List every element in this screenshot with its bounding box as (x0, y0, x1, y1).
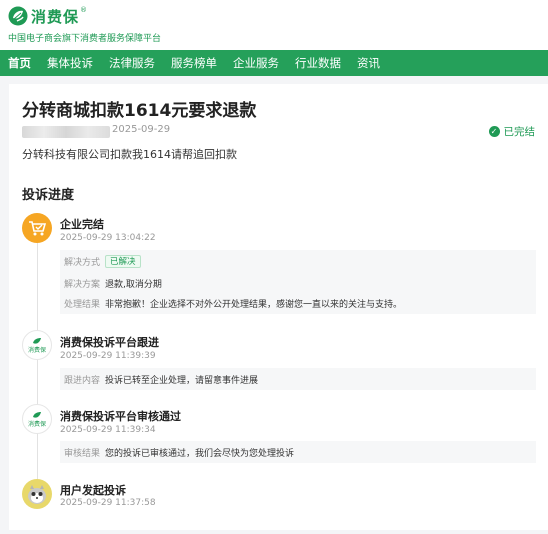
xiaofeibao-logo-icon: 消费保 (22, 404, 52, 434)
detail-label: 解决方式 (64, 257, 101, 268)
avatar-brand-text: 消费保 (27, 346, 46, 354)
complaint-title: 分转商城扣款1614元要求退款 (22, 101, 257, 121)
event-title-platform-approved: 消费保投诉平台审核通过 (60, 410, 181, 423)
user-avatar-icon (22, 479, 52, 509)
merchant-cart-icon (22, 213, 52, 243)
brand-name: 消费保 (31, 7, 80, 26)
event-title-user-filed: 用户发起投诉 (60, 484, 126, 497)
nav-item-enterprise-service[interactable]: 企业服务 (225, 50, 287, 76)
event-time: 2025-09-29 13:04:22 (60, 233, 156, 243)
check-circle-icon: ✓ (488, 126, 500, 137)
event-time: 2025-09-29 11:39:39 (60, 351, 156, 361)
complaint-card: 分转商城扣款1614元要求退款 2025-09-29 ✓ 已完结 分转科技有限公… (9, 84, 548, 530)
nav-item-news[interactable]: 资讯 (349, 50, 388, 76)
detail-row-follow-up: 跟进内容 投诉已转至企业处理，请留意事件进展 (60, 372, 258, 386)
detail-value: 退款,取消分期 (105, 279, 162, 290)
event-detail-box: 跟进内容 投诉已转至企业处理，请留意事件进展 (60, 368, 536, 390)
detail-value: 投诉已转至企业处理，请留意事件进展 (105, 375, 259, 386)
detail-label: 解决方案 (64, 279, 101, 290)
progress-heading: 投诉进度 (22, 188, 75, 203)
xiaofeibao-logo-icon: 消费保 (22, 330, 52, 360)
detail-label: 跟进内容 (64, 375, 101, 386)
complaint-summary: 分转科技有限公司扣款我1614请帮追回扣款 (22, 148, 237, 161)
blurred-username (22, 126, 110, 138)
nav-item-group-complaint[interactable]: 集体投诉 (39, 50, 101, 76)
site-logo[interactable]: 消费保 ® (8, 6, 87, 26)
site-header: 消费保 ® 中国电子商会旗下消费者服务保障平台 (0, 0, 548, 50)
registered-mark: ® (80, 6, 88, 14)
nav-item-legal-service[interactable]: 法律服务 (101, 50, 163, 76)
detail-row-review-result: 审核结果 您的投诉已审核通过，我们会尽快为您处理投诉 (60, 445, 294, 459)
event-title-enterprise-completed: 企业完结 (60, 218, 104, 231)
main-nav: 首页 集体投诉 法律服务 服务榜单 企业服务 行业数据 资讯 (0, 50, 548, 76)
event-detail-box: 审核结果 您的投诉已审核通过，我们会尽快为您处理投诉 (60, 441, 536, 463)
nav-item-home[interactable]: 首页 (0, 50, 39, 76)
detail-label: 处理结果 (64, 299, 101, 310)
status-label: 已完结 (503, 126, 536, 138)
avatar-brand-text: 消费保 (27, 420, 46, 428)
leaf-logo-icon (8, 6, 28, 26)
detail-label: 审核结果 (64, 448, 101, 459)
nav-item-industry-data[interactable]: 行业数据 (287, 50, 349, 76)
detail-row-result: 处理结果 非常抱歉！企业选择不对外公开处理结果，感谢您一直以来的关注与支持。 (60, 296, 402, 310)
detail-value: 您的投诉已审核通过，我们会尽快为您处理投诉 (105, 448, 295, 459)
complaint-date: 2025-09-29 (112, 124, 171, 135)
event-time: 2025-09-29 11:39:34 (60, 425, 156, 435)
event-time: 2025-09-29 11:37:58 (60, 498, 156, 508)
status-badge: ✓ 已完结 (488, 124, 536, 139)
event-detail-box: 解决方式 已解决 解决方案 退款,取消分期 处理结果 非常抱歉！企业选择不对外公… (60, 250, 536, 314)
detail-row-solution: 解决方案 退款,取消分期 (60, 276, 162, 290)
brand-tagline: 中国电子商会旗下消费者服务保障平台 (8, 34, 162, 44)
resolved-badge: 已解决 (105, 254, 141, 268)
detail-row-resolution-method: 解决方式 已解决 (60, 254, 141, 268)
nav-item-service-ranking[interactable]: 服务榜单 (163, 50, 225, 76)
event-title-platform-follow-up: 消费保投诉平台跟进 (60, 336, 159, 349)
detail-value: 非常抱歉！企业选择不对外公开处理结果，感谢您一直以来的关注与支持。 (105, 299, 403, 310)
